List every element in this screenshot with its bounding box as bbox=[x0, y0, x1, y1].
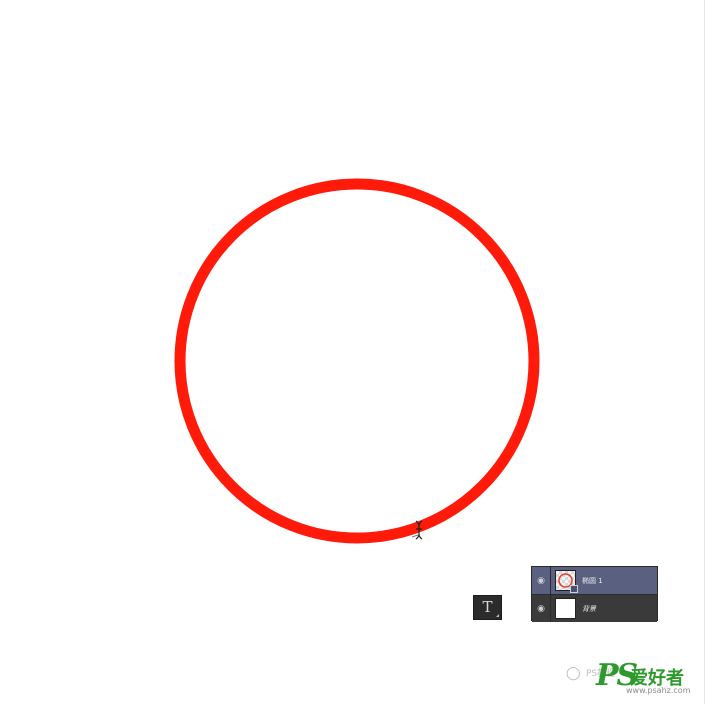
background-thumbnail[interactable] bbox=[555, 598, 576, 619]
eye-icon[interactable]: ◉ bbox=[532, 576, 550, 586]
type-tool-icon: T bbox=[482, 598, 493, 616]
wechat-icon: ◯ bbox=[566, 666, 581, 681]
layer-row-ellipse[interactable]: ◉ 椭圆 1 bbox=[532, 567, 657, 594]
document-canvas[interactable]: T ◉ 椭圆 1 ◉ 背景 ◯ PS教程 PS 爱好者 www.psahz.co… bbox=[0, 0, 705, 704]
shape-badge-icon bbox=[570, 585, 578, 593]
layer-name[interactable]: 椭圆 1 bbox=[582, 576, 603, 586]
layer-row-background[interactable]: ◉ 背景 bbox=[532, 594, 657, 622]
shape-layer-thumbnail[interactable] bbox=[555, 570, 578, 593]
text-cursor-icon bbox=[411, 520, 423, 540]
layers-panel: ◉ 椭圆 1 ◉ 背景 bbox=[531, 566, 658, 622]
watermark: ◯ PS教程 PS 爱好者 www.psahz.com bbox=[566, 658, 701, 698]
watermark-url: www.psahz.com bbox=[626, 686, 691, 695]
tool-flyout-icon bbox=[496, 614, 499, 617]
type-tool-button[interactable]: T bbox=[473, 595, 502, 620]
layer-name[interactable]: 背景 bbox=[582, 604, 596, 614]
divider bbox=[550, 567, 551, 594]
divider bbox=[550, 595, 551, 622]
eye-icon[interactable]: ◉ bbox=[532, 604, 550, 614]
